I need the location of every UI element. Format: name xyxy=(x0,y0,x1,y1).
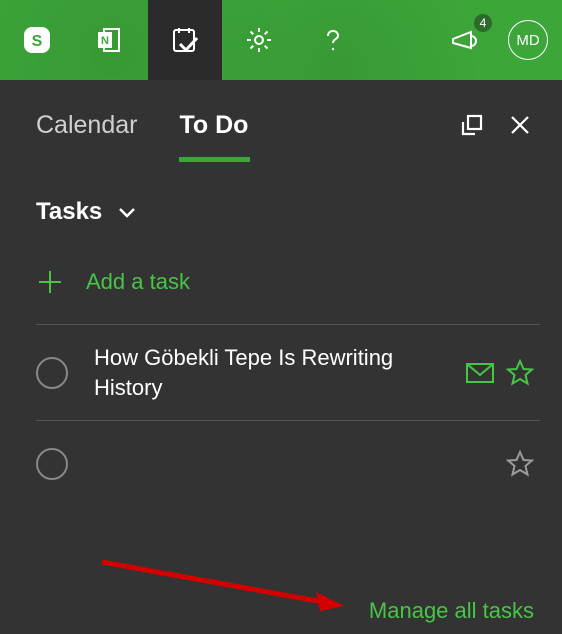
star-icon xyxy=(506,450,534,478)
manage-all-tasks-link[interactable]: Manage all tasks xyxy=(369,598,534,624)
add-task-button[interactable]: Add a task xyxy=(36,256,540,324)
close-panel-button[interactable] xyxy=(500,105,540,145)
svg-text:N: N xyxy=(101,35,109,47)
header-spacer xyxy=(370,0,428,80)
todo-app-button[interactable] xyxy=(148,0,222,80)
question-icon xyxy=(318,25,348,55)
task-list-selector[interactable]: Tasks xyxy=(36,198,540,226)
task-complete-checkbox[interactable] xyxy=(36,448,68,480)
todo-panel: Calendar To Do Tasks Add a xyxy=(10,80,562,634)
avatar[interactable]: MD xyxy=(508,20,548,60)
panel-tabs: Calendar To Do xyxy=(36,80,540,170)
task-row[interactable] xyxy=(36,420,540,506)
add-task-label: Add a task xyxy=(86,269,190,295)
skype-icon: S xyxy=(22,25,52,55)
annotation-arrow xyxy=(98,556,348,616)
close-icon xyxy=(508,113,532,137)
gear-icon xyxy=(244,25,274,55)
task-mail-button[interactable] xyxy=(460,361,500,385)
onenote-icon: N xyxy=(96,25,126,55)
task-star-button[interactable] xyxy=(500,359,540,387)
app-header: S N 4 xyxy=(0,0,562,80)
task-list-title: Tasks xyxy=(36,198,102,226)
avatar-initials: MD xyxy=(516,32,539,49)
settings-button[interactable] xyxy=(222,0,296,80)
tab-todo[interactable]: To Do xyxy=(179,105,248,146)
plus-icon xyxy=(36,268,64,296)
announcements-badge: 4 xyxy=(474,14,492,32)
svg-text:S: S xyxy=(32,33,43,50)
announcements-button[interactable]: 4 xyxy=(428,0,502,80)
star-icon xyxy=(506,359,534,387)
onenote-button[interactable]: N xyxy=(74,0,148,80)
task-complete-checkbox[interactable] xyxy=(36,357,68,389)
tab-calendar[interactable]: Calendar xyxy=(36,105,137,146)
open-in-new-window-button[interactable] xyxy=(452,105,492,145)
mail-icon xyxy=(465,361,495,385)
skype-button[interactable]: S xyxy=(0,0,74,80)
task-title: How Göbekli Tepe Is Rewriting History xyxy=(94,343,460,402)
todo-app-icon xyxy=(169,24,201,56)
help-button[interactable] xyxy=(296,0,370,80)
chevron-down-icon xyxy=(116,201,138,223)
task-row[interactable]: How Göbekli Tepe Is Rewriting History xyxy=(36,324,540,420)
task-star-button[interactable] xyxy=(500,450,540,478)
popout-icon xyxy=(459,112,485,138)
